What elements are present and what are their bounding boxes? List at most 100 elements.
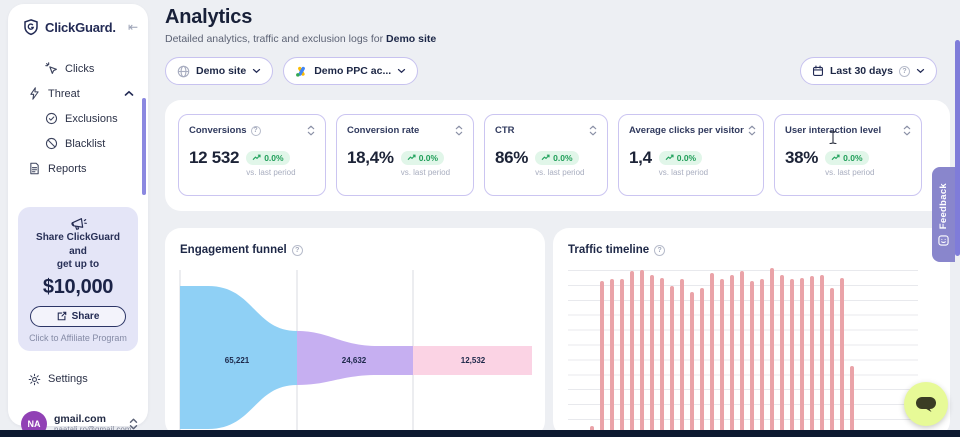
- trend-caption: vs. last period: [825, 168, 874, 177]
- smiley-icon: [938, 235, 949, 246]
- sort-metric-icon[interactable]: [748, 125, 756, 136]
- traffic-bar: [790, 279, 794, 431]
- trend-badge: 0.0%: [825, 151, 868, 165]
- main-content: Analytics Detailed analytics, traffic an…: [165, 0, 950, 437]
- traffic-bar: [840, 278, 844, 431]
- filter-pills: Demo site Demo PPC ac...: [165, 57, 418, 85]
- sort-metric-icon[interactable]: [903, 125, 911, 136]
- stat-value: 18,4%: [347, 148, 394, 168]
- chevron-updown-icon: [129, 418, 138, 430]
- stat-value: 86%: [495, 148, 528, 168]
- chat-launcher-button[interactable]: [904, 382, 948, 426]
- traffic-bar: [710, 273, 714, 431]
- feedback-tab[interactable]: Feedback: [932, 167, 955, 262]
- sort-metric-icon[interactable]: [455, 125, 463, 136]
- sidebar-item-label: Blacklist: [65, 138, 105, 150]
- share-button[interactable]: Share: [30, 306, 126, 327]
- sidebar-collapse-icon[interactable]: ⇤: [128, 20, 138, 34]
- sort-metric-icon[interactable]: [307, 125, 315, 136]
- trend-up-icon: [665, 154, 674, 161]
- globe-icon: [177, 65, 190, 78]
- traffic-timeline-panel: Traffic timeline ?: [553, 228, 950, 437]
- traffic-bar: [700, 288, 704, 431]
- stat-label: CTR: [495, 125, 515, 136]
- ppc-account-filter-dropdown[interactable]: Demo PPC ac...: [283, 57, 418, 85]
- chat-icon: [914, 395, 938, 414]
- date-range-value: Last 30 days: [830, 65, 893, 77]
- stat-label: Average clicks per visitor: [629, 125, 744, 136]
- traffic-bar: [720, 279, 724, 431]
- trend-caption: vs. last period: [659, 168, 708, 177]
- site-filter-dropdown[interactable]: Demo site: [165, 57, 273, 85]
- ppc-account-filter-value: Demo PPC ac...: [314, 65, 391, 77]
- sidebar-item-threat[interactable]: Threat: [8, 81, 148, 106]
- info-circle-icon: ?: [292, 245, 303, 256]
- sidebar-item-label: Exclusions: [65, 113, 118, 125]
- sidebar-item-clicks[interactable]: Clicks: [8, 56, 148, 81]
- traffic-bar: [830, 288, 834, 431]
- traffic-bar: [660, 278, 664, 431]
- stat-card-ctr: CTR 86% 0.0% vs. last period: [484, 114, 608, 196]
- traffic-bar: [640, 270, 644, 431]
- traffic-bar: [780, 275, 784, 431]
- trend-badge: 0.0%: [246, 151, 289, 165]
- trend-up-icon: [541, 154, 550, 161]
- page-subtitle-text: Detailed analytics, traffic and exclusio…: [165, 33, 383, 45]
- site-filter-value: Demo site: [196, 65, 246, 77]
- traffic-bar: [690, 292, 694, 431]
- sort-metric-icon[interactable]: [589, 125, 597, 136]
- sidebar-item-label: Reports: [48, 163, 87, 175]
- megaphone-icon: [26, 216, 130, 231]
- account-name: gmail.com: [54, 413, 122, 426]
- stat-card-interaction-level: User interaction level 38% 0.0% vs. last…: [774, 114, 922, 196]
- traffic-bars: [590, 268, 854, 431]
- traffic-bar: [630, 271, 634, 431]
- page-subtitle-site: Demo site: [386, 33, 436, 45]
- chevron-down-icon: [252, 68, 261, 74]
- funnel-value-label: 12,532: [461, 356, 486, 365]
- info-circle-icon: ?: [251, 126, 261, 136]
- settings-label: Settings: [48, 373, 88, 385]
- traffic-bar: [730, 275, 734, 431]
- funnel-value-label: 24,632: [342, 356, 367, 365]
- trend-caption: vs. last period: [401, 168, 450, 177]
- sidebar-item-settings[interactable]: Settings: [8, 373, 148, 386]
- sidebar-item-reports[interactable]: Reports: [8, 156, 148, 181]
- info-circle-icon: ?: [899, 66, 910, 77]
- chevron-up-icon[interactable]: [124, 90, 134, 97]
- stats-panel: Conversions ? 12 532 0.0% vs. last perio…: [165, 100, 950, 211]
- sidebar-item-label: Threat: [48, 88, 80, 100]
- traffic-bar: [770, 268, 774, 431]
- logo-row: ClickGuard. ⇤: [8, 4, 148, 42]
- traffic-bar: [610, 279, 614, 431]
- funnel-title: Engagement funnel: [180, 244, 287, 256]
- promo-amount: $10,000: [26, 276, 130, 299]
- date-range-dropdown[interactable]: Last 30 days ?: [800, 57, 937, 85]
- trend-up-icon: [407, 154, 416, 161]
- page-scrollbar-thumb[interactable]: [955, 40, 960, 256]
- stat-value: 1,4: [629, 148, 652, 168]
- page-title: Analytics: [165, 6, 252, 29]
- trend-caption: vs. last period: [535, 168, 584, 177]
- gear-icon: [28, 373, 41, 386]
- trend-badge: 0.0%: [401, 151, 444, 165]
- brand-name: ClickGuard.: [45, 20, 123, 35]
- timeline-plot: [568, 268, 918, 433]
- stat-card-conversion-rate: Conversion rate 18,4% 0.0% vs. last peri…: [336, 114, 474, 196]
- trend-badge: 0.0%: [535, 151, 578, 165]
- stat-value: 12 532: [189, 148, 239, 168]
- affiliate-caption: Click to Affiliate Program: [26, 333, 130, 343]
- traffic-bar: [760, 279, 764, 431]
- sidebar-scrollbar-thumb[interactable]: [142, 98, 146, 195]
- trend-caption: vs. last period: [246, 168, 295, 177]
- share-button-label: Share: [72, 311, 100, 322]
- sidebar: ClickGuard. ⇤ Clicks Threat: [8, 4, 148, 426]
- sidebar-item-exclusions[interactable]: Exclusions: [8, 106, 148, 131]
- affiliate-promo-card[interactable]: Share ClickGuard and get up to $10,000 S…: [18, 207, 138, 351]
- traffic-bar: [820, 275, 824, 431]
- sidebar-item-blacklist[interactable]: Blacklist: [8, 131, 148, 156]
- engagement-funnel-panel: Engagement funnel ? 65,221 24,632 12,532: [165, 228, 545, 437]
- stat-label: Conversion rate: [347, 125, 419, 136]
- trend-up-icon: [252, 154, 261, 161]
- google-ads-icon: [295, 65, 308, 78]
